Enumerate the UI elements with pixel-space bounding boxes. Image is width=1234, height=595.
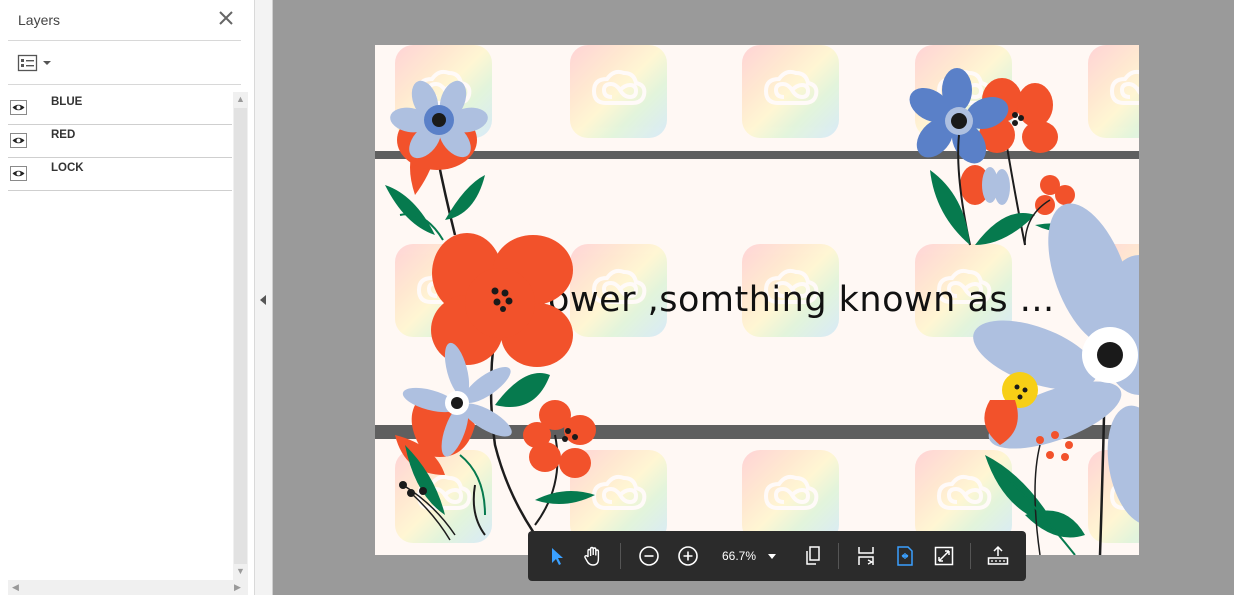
eye-icon[interactable] xyxy=(10,166,27,181)
layer-name: RED xyxy=(51,129,76,141)
collapse-arrow-icon[interactable] xyxy=(260,295,266,305)
layer-name: LOCK xyxy=(51,162,84,174)
horizontal-scrollbar[interactable]: ◀ ▶ xyxy=(8,580,248,595)
divider xyxy=(8,40,241,41)
eye-icon[interactable] xyxy=(10,100,27,115)
scroll-left-icon[interactable]: ◀ xyxy=(12,582,19,593)
toolbar-divider xyxy=(620,543,621,569)
flower-top-right xyxy=(909,68,1075,246)
document-page: flower ,somthing known as ... xyxy=(375,45,1139,555)
flower-right-big xyxy=(973,203,1139,555)
flower-artwork xyxy=(385,68,1139,555)
close-icon[interactable] xyxy=(216,8,236,28)
zoom-in-icon[interactable] xyxy=(673,541,703,571)
read-mode-icon[interactable] xyxy=(983,541,1013,571)
document-area: flower ,somthing known as ... xyxy=(274,0,1234,595)
panel-title: Layers xyxy=(18,12,61,28)
floating-toolbar: 66.7% xyxy=(528,531,1026,581)
page-view-icon[interactable] xyxy=(798,541,828,571)
fullscreen-icon[interactable] xyxy=(929,541,959,571)
vertical-scrollbar[interactable]: ▲ ▼ xyxy=(233,92,248,580)
layers-list: BLUE RED LOCK xyxy=(8,92,232,191)
scroll-down-icon[interactable]: ▼ xyxy=(236,566,245,576)
select-arrow-icon[interactable] xyxy=(542,541,572,571)
scroll-thumb[interactable] xyxy=(234,108,247,564)
layer-options-button[interactable] xyxy=(17,53,53,73)
flower-center-bottom xyxy=(523,400,596,526)
divider xyxy=(8,84,241,85)
fit-page-icon[interactable] xyxy=(890,541,920,571)
flower-top-left xyxy=(385,80,488,241)
zoom-dropdown[interactable]: 66.7% xyxy=(714,543,784,569)
scroll-up-icon[interactable]: ▲ xyxy=(236,94,245,104)
layer-row-lock[interactable]: LOCK xyxy=(8,158,232,191)
layer-row-blue[interactable]: BLUE xyxy=(8,92,232,125)
toolbar-divider xyxy=(838,543,839,569)
scroll-right-icon[interactable]: ▶ xyxy=(234,582,241,593)
layer-name: BLUE xyxy=(51,96,83,108)
zoom-value: 66.7% xyxy=(722,549,757,563)
layer-row-red[interactable]: RED xyxy=(8,125,232,158)
panel-collapse-handle[interactable] xyxy=(255,0,273,595)
layers-panel: Layers BLUE RED LOCK ▲ ▼ ◀ ▶ xyxy=(0,0,255,595)
toolbar-divider xyxy=(970,543,971,569)
eye-icon[interactable] xyxy=(10,133,27,148)
hand-icon[interactable] xyxy=(578,541,608,571)
chevron-down-icon[interactable] xyxy=(768,554,776,559)
zoom-out-icon[interactable] xyxy=(634,541,664,571)
fit-width-icon[interactable] xyxy=(851,541,881,571)
